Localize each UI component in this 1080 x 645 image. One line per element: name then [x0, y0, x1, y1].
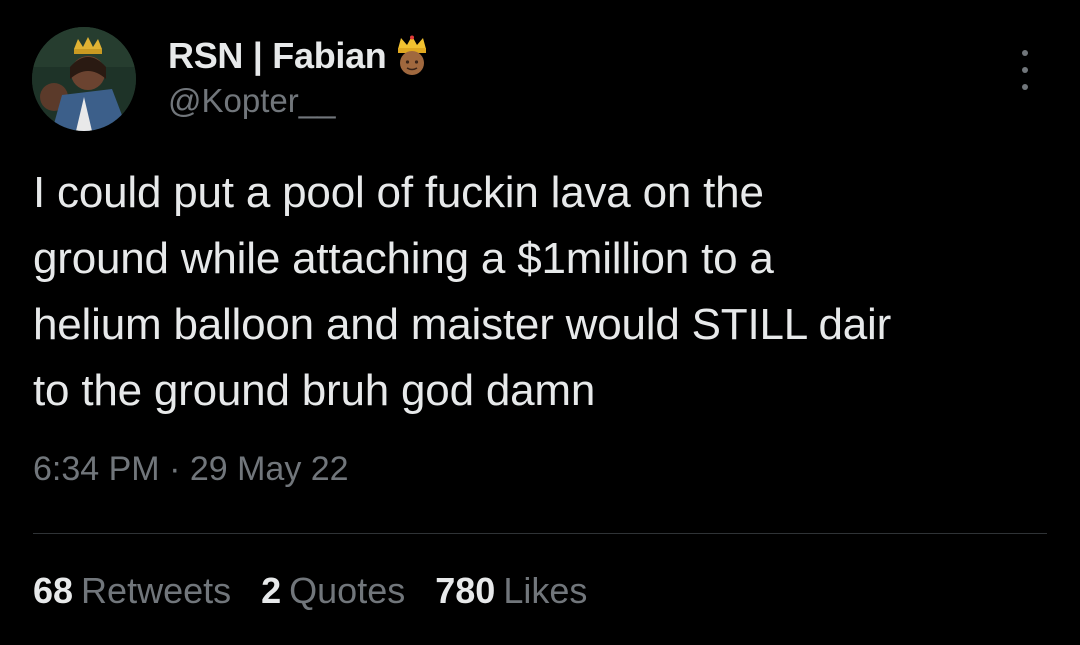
retweets-stat[interactable]: 68 Retweets — [33, 570, 231, 612]
divider — [33, 533, 1047, 534]
likes-count: 780 — [435, 570, 496, 611]
quotes-stat[interactable]: 2 Quotes — [261, 570, 405, 612]
engagement-stats: 68 Retweets 2 Quotes 780 Likes — [33, 570, 617, 612]
author-block: RSN | Fabian @Kopter__ — [168, 34, 431, 120]
display-name[interactable]: RSN | Fabian — [168, 35, 387, 77]
more-options-button[interactable] — [1010, 50, 1040, 90]
retweets-label: Retweets — [81, 570, 232, 611]
likes-stat[interactable]: 780 Likes — [435, 570, 587, 612]
quotes-count: 2 — [261, 570, 282, 611]
tweet-timestamp[interactable]: 6:34 PM · 29 May 22 — [33, 450, 349, 489]
more-dot-icon — [1022, 84, 1028, 90]
quotes-label: Quotes — [289, 570, 406, 611]
likes-label: Likes — [503, 570, 588, 611]
crown-person-icon — [393, 35, 431, 77]
handle[interactable]: @Kopter__ — [168, 82, 431, 120]
display-name-row: RSN | Fabian — [168, 34, 431, 78]
tweet-detail: RSN | Fabian @Kopter__ I could put a poo… — [0, 0, 1080, 645]
more-dot-icon — [1022, 67, 1028, 73]
more-dot-icon — [1022, 50, 1028, 56]
tweet-text: I could put a pool of fuckin lava on the… — [33, 168, 892, 415]
avatar[interactable] — [32, 27, 136, 131]
retweets-count: 68 — [33, 570, 74, 611]
avatar-image — [32, 27, 136, 131]
